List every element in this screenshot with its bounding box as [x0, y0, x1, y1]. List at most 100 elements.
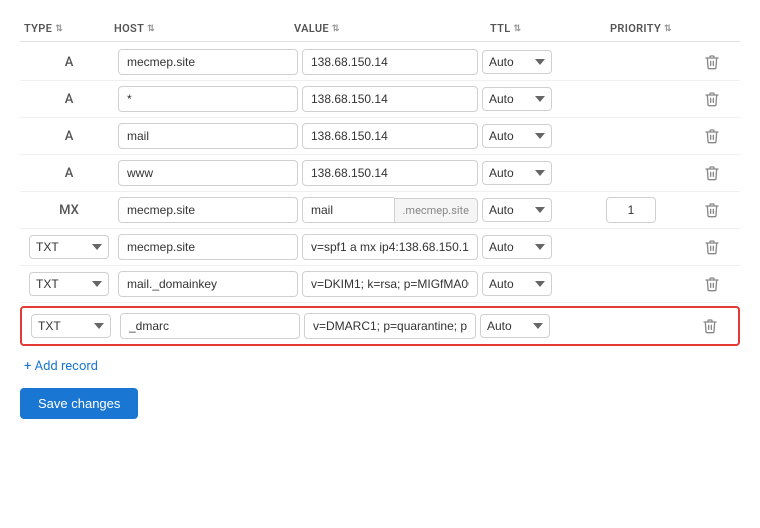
- host-cell-4[interactable]: [118, 160, 298, 186]
- ttl-select-3[interactable]: Auto3006001800360072001440086400: [482, 124, 552, 148]
- delete-cell-8[interactable]: [698, 314, 734, 338]
- priority-input-5[interactable]: [606, 197, 656, 223]
- ttl-cell-6[interactable]: Auto3006001800360072001440086400: [482, 235, 602, 259]
- ttl-cell-5[interactable]: Auto3006001800360072001440086400: [482, 198, 602, 222]
- type-select-7[interactable]: AAAAACAACNAMEMXNSSOASRVTXT: [29, 272, 109, 296]
- delete-cell-6[interactable]: [700, 235, 736, 259]
- col-actions: [700, 22, 736, 35]
- ttl-select-2[interactable]: Auto3006001800360072001440086400: [482, 87, 552, 111]
- sort-value-icon: ⇅: [332, 24, 340, 34]
- type-cell-5: MX: [24, 203, 114, 218]
- host-cell-5[interactable]: [118, 197, 298, 223]
- sort-priority-icon: ⇅: [664, 24, 672, 34]
- value-cell-1[interactable]: [302, 49, 478, 75]
- col-type: TYPE ⇅: [24, 22, 114, 35]
- ttl-select-7[interactable]: Auto3006001800360072001440086400: [482, 272, 552, 296]
- host-input-2[interactable]: [118, 86, 298, 112]
- delete-button-8[interactable]: [698, 314, 722, 338]
- delete-button-6[interactable]: [700, 235, 724, 259]
- value-cell-4[interactable]: [302, 160, 478, 186]
- value-input-6[interactable]: [302, 234, 478, 260]
- ttl-select-6[interactable]: Auto3006001800360072001440086400: [482, 235, 552, 259]
- type-select-6[interactable]: AAAAACAACNAMEMXNSSOASRVTXT: [29, 235, 109, 259]
- ttl-select-4[interactable]: Auto3006001800360072001440086400: [482, 161, 552, 185]
- table-row: MX .mecmep.siteAuto3006001800360072001440…: [20, 192, 740, 229]
- mx-suffix-5: .mecmep.site: [394, 198, 478, 223]
- dns-records-table: TYPE ⇅ HOST ⇅ VALUE ⇅ TTL ⇅ PRIORITY ⇅ A…: [0, 0, 760, 528]
- type-cell-8[interactable]: AAAAACAACNAMEMXNSSOASRVTXT: [26, 314, 116, 338]
- delete-cell-4[interactable]: [700, 161, 736, 185]
- delete-cell-3[interactable]: [700, 124, 736, 148]
- trash-icon: [704, 91, 720, 107]
- ttl-cell-1[interactable]: Auto3006001800360072001440086400: [482, 50, 602, 74]
- table-row: AAuto3006001800360072001440086400: [20, 155, 740, 192]
- host-input-4[interactable]: [118, 160, 298, 186]
- value-cell-8[interactable]: [304, 313, 476, 339]
- delete-button-2[interactable]: [700, 87, 724, 111]
- value-cell-7[interactable]: [302, 271, 478, 297]
- host-input-5[interactable]: [118, 197, 298, 223]
- type-cell-2: A: [24, 92, 114, 107]
- value-input-3[interactable]: [302, 123, 478, 149]
- delete-cell-5[interactable]: [700, 198, 736, 222]
- trash-icon: [704, 54, 720, 70]
- ttl-cell-7[interactable]: Auto3006001800360072001440086400: [482, 272, 602, 296]
- value-input-2[interactable]: [302, 86, 478, 112]
- trash-icon: [704, 202, 720, 218]
- host-cell-7[interactable]: [118, 271, 298, 297]
- value-input-7[interactable]: [302, 271, 478, 297]
- table-row: AAAAACAACNAMEMXNSSOASRVTXT Auto3006001800…: [20, 306, 740, 346]
- type-cell-3: A: [24, 129, 114, 144]
- value-cell-2[interactable]: [302, 86, 478, 112]
- priority-cell-5[interactable]: [606, 197, 696, 223]
- table-header: TYPE ⇅ HOST ⇅ VALUE ⇅ TTL ⇅ PRIORITY ⇅: [20, 16, 740, 42]
- table-row: A Auto3006001800360072001440086400: [20, 118, 740, 155]
- delete-button-3[interactable]: [700, 124, 724, 148]
- trash-icon: [704, 239, 720, 255]
- value-cell-5[interactable]: .mecmep.site: [302, 197, 478, 223]
- save-changes-button[interactable]: Save changes: [20, 388, 138, 419]
- host-input-8[interactable]: [120, 313, 300, 339]
- col-ttl: TTL ⇅: [490, 22, 610, 35]
- value-input-1[interactable]: [302, 49, 478, 75]
- col-priority: PRIORITY ⇅: [610, 22, 700, 35]
- delete-button-7[interactable]: [700, 272, 724, 296]
- ttl-cell-8[interactable]: Auto3006001800360072001440086400: [480, 314, 600, 338]
- host-input-3[interactable]: [118, 123, 298, 149]
- value-cell-6[interactable]: [302, 234, 478, 260]
- table-row: AAAAACAACNAMEMXNSSOASRVTXT Auto3006001800…: [20, 266, 740, 303]
- host-cell-8[interactable]: [120, 313, 300, 339]
- delete-cell-1[interactable]: [700, 50, 736, 74]
- host-cell-3[interactable]: [118, 123, 298, 149]
- trash-icon: [704, 276, 720, 292]
- delete-button-5[interactable]: [700, 198, 724, 222]
- delete-cell-2[interactable]: [700, 87, 736, 111]
- type-cell-6[interactable]: AAAAACAACNAMEMXNSSOASRVTXT: [24, 235, 114, 259]
- host-cell-6[interactable]: [118, 234, 298, 260]
- ttl-select-8[interactable]: Auto3006001800360072001440086400: [480, 314, 550, 338]
- sort-host-icon: ⇅: [147, 24, 155, 34]
- table-row: AAuto3006001800360072001440086400: [20, 44, 740, 81]
- ttl-cell-4[interactable]: Auto3006001800360072001440086400: [482, 161, 602, 185]
- delete-button-1[interactable]: [700, 50, 724, 74]
- value-input-5[interactable]: [302, 197, 394, 223]
- value-cell-3[interactable]: [302, 123, 478, 149]
- trash-icon: [704, 165, 720, 181]
- host-input-7[interactable]: [118, 271, 298, 297]
- type-cell-7[interactable]: AAAAACAACNAMEMXNSSOASRVTXT: [24, 272, 114, 296]
- delete-button-4[interactable]: [700, 161, 724, 185]
- add-record-link[interactable]: + Add record: [20, 349, 102, 388]
- type-select-8[interactable]: AAAAACAACNAMEMXNSSOASRVTXT: [31, 314, 111, 338]
- host-input-1[interactable]: [118, 49, 298, 75]
- ttl-cell-2[interactable]: Auto3006001800360072001440086400: [482, 87, 602, 111]
- host-input-6[interactable]: [118, 234, 298, 260]
- host-cell-2[interactable]: [118, 86, 298, 112]
- ttl-select-1[interactable]: Auto3006001800360072001440086400: [482, 50, 552, 74]
- ttl-select-5[interactable]: Auto3006001800360072001440086400: [482, 198, 552, 222]
- delete-cell-7[interactable]: [700, 272, 736, 296]
- value-input-4[interactable]: [302, 160, 478, 186]
- ttl-cell-3[interactable]: Auto3006001800360072001440086400: [482, 124, 602, 148]
- value-input-8[interactable]: [304, 313, 476, 339]
- sort-ttl-icon: ⇅: [514, 24, 522, 34]
- host-cell-1[interactable]: [118, 49, 298, 75]
